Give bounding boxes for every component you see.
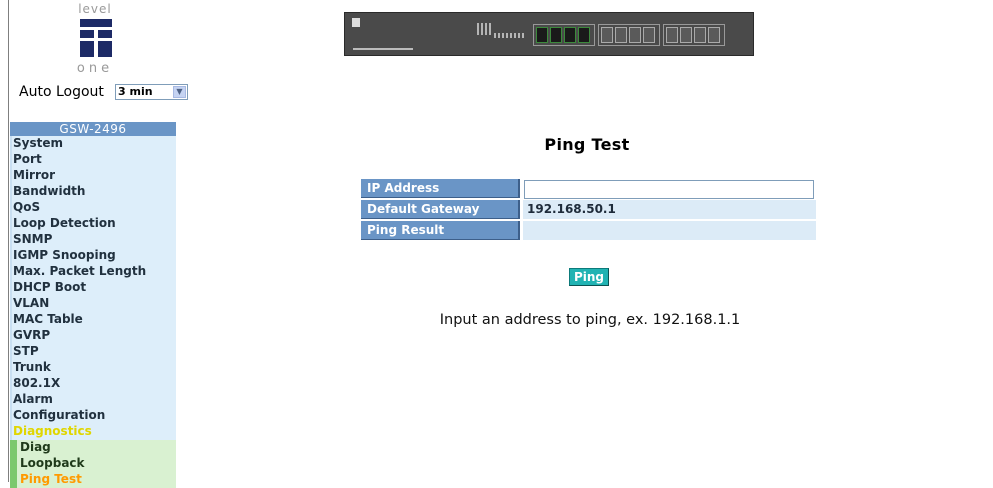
- menu-item-dhcp-boot[interactable]: DHCP Boot: [10, 280, 176, 296]
- logo-top-text: level: [78, 2, 112, 16]
- menu-item-qos[interactable]: QoS: [10, 200, 176, 216]
- menu-item-8021x[interactable]: 802.1X: [10, 376, 176, 392]
- port-group-2: [598, 24, 660, 46]
- logo-bottom-text: one: [76, 61, 114, 76]
- port-group-3: [663, 24, 725, 46]
- submenu-item-diag[interactable]: Diag: [10, 440, 176, 456]
- chevron-down-icon[interactable]: ▼: [173, 86, 186, 98]
- menu-item-stp[interactable]: STP: [10, 344, 176, 360]
- left-frame: level one Auto Logout 3 min ▼ GSW-2496 S…: [0, 0, 190, 488]
- menu-item-system[interactable]: System: [10, 136, 176, 152]
- menu-item-diagnostics[interactable]: Diagnostics: [10, 424, 176, 440]
- menu-item-igmp-snooping[interactable]: IGMP Snooping: [10, 248, 176, 264]
- menu-item-port[interactable]: Port: [10, 152, 176, 168]
- ping-hint-text: Input an address to ping, ex. 192.168.1.…: [439, 312, 741, 328]
- menu-item-loop-detection[interactable]: Loop Detection: [10, 216, 176, 232]
- ip-address-row: IP Address: [361, 179, 818, 199]
- menu-item-trunk[interactable]: Trunk: [10, 360, 176, 376]
- menu-item-gvrp[interactable]: GVRP: [10, 328, 176, 344]
- menu-item-bandwidth[interactable]: Bandwidth: [10, 184, 176, 200]
- menu-item-max-packet-length[interactable]: Max. Packet Length: [10, 264, 176, 280]
- ping-result-label: Ping Result: [361, 221, 520, 240]
- switch-device-image: [344, 12, 754, 56]
- ping-result-value: [523, 221, 816, 240]
- ping-result-row: Ping Result: [361, 221, 818, 240]
- device-logo-icon: [352, 18, 360, 27]
- frame-border: [8, 0, 9, 482]
- menu-item-configuration[interactable]: Configuration: [10, 408, 176, 424]
- page-title: Ping Test: [544, 135, 630, 154]
- logo-mark-icon: [80, 19, 112, 57]
- default-gateway-value: 192.168.50.1: [523, 200, 816, 219]
- ping-form: IP Address Default Gateway 192.168.50.1 …: [361, 179, 818, 242]
- menu-item-snmp[interactable]: SNMP: [10, 232, 176, 248]
- auto-logout-select[interactable]: 3 min ▼: [115, 84, 188, 100]
- submenu-item-ping-test[interactable]: Ping Test: [10, 472, 176, 488]
- menu-item-alarm[interactable]: Alarm: [10, 392, 176, 408]
- default-gateway-label: Default Gateway: [361, 200, 520, 219]
- ping-button[interactable]: Ping: [569, 268, 609, 286]
- sidebar-menu: GSW-2496 System Port Mirror Bandwidth Qo…: [10, 122, 176, 488]
- ip-address-input[interactable]: [524, 180, 814, 199]
- menu-title: GSW-2496: [10, 122, 176, 136]
- menu-item-mac-table[interactable]: MAC Table: [10, 312, 176, 328]
- device-led-panel-2: [494, 33, 526, 38]
- device-label-line: [353, 48, 413, 50]
- submenu-item-loopback[interactable]: Loopback: [10, 456, 176, 472]
- auto-logout-value: 3 min: [118, 85, 153, 98]
- default-gateway-row: Default Gateway 192.168.50.1: [361, 200, 818, 219]
- port-group-1: [533, 24, 595, 46]
- menu-item-mirror[interactable]: Mirror: [10, 168, 176, 184]
- auto-logout-label: Auto Logout: [19, 84, 104, 100]
- menu-item-vlan[interactable]: VLAN: [10, 296, 176, 312]
- device-led-panel: [477, 23, 491, 35]
- levelone-logo: level one: [60, 2, 130, 76]
- ip-address-label: IP Address: [361, 179, 520, 198]
